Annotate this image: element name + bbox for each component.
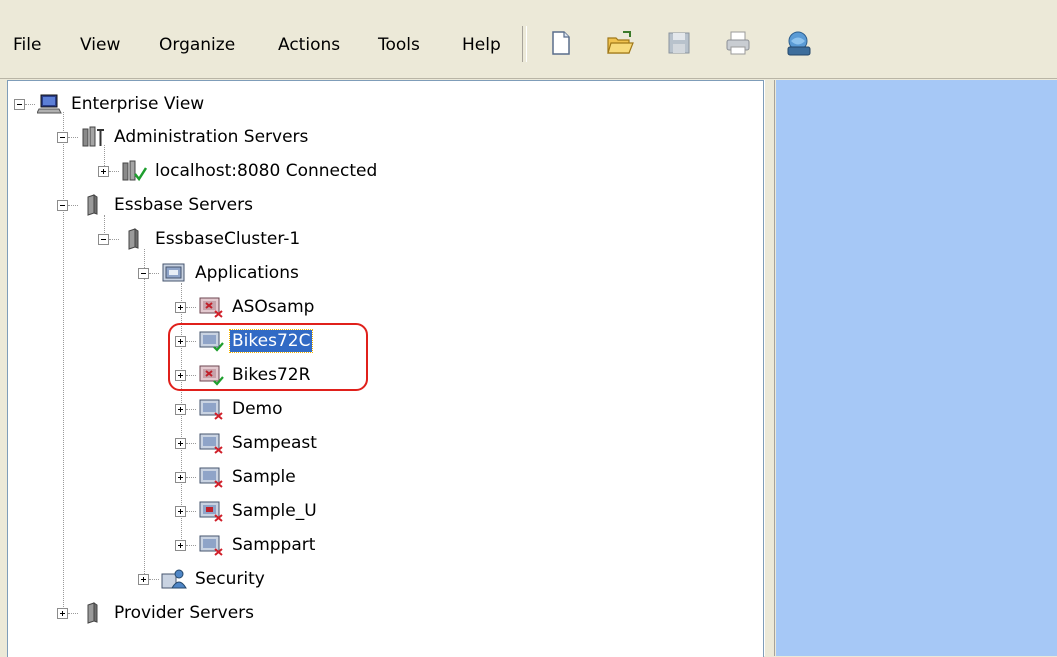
expand-toggle[interactable] [175,437,186,449]
print-button[interactable] [723,28,753,58]
tree-node-localhost[interactable]: localhost:8080 Connected [98,158,379,184]
collapse-toggle[interactable] [57,199,68,211]
menu-tools[interactable]: Tools [376,34,422,56]
app-stopped-icon [198,466,224,488]
content-pane [776,80,1057,656]
tree-node-administration-servers[interactable]: Administration Servers [57,124,310,150]
collapse-toggle[interactable] [14,98,25,110]
expand-toggle[interactable] [175,301,186,313]
toolbar-separator [522,26,527,62]
pane-splitter[interactable] [764,80,775,656]
print-icon [726,31,750,55]
expand-toggle[interactable] [138,573,149,585]
tree-node-app-bikes72r[interactable]: Bikes72R [175,362,312,388]
expand-toggle[interactable] [98,165,109,177]
tree-node-essbase-servers[interactable]: Essbase Servers [57,192,255,218]
open-button[interactable] [605,28,635,58]
server-icon [121,228,147,250]
collapse-toggle[interactable] [138,267,149,279]
menu-actions[interactable]: Actions [276,34,342,56]
expand-toggle[interactable] [175,335,186,347]
menu-help[interactable]: Help [460,34,503,56]
server-icon [80,602,106,624]
admin-servers-icon [80,126,106,148]
tree-node-applications[interactable]: Applications [138,260,301,286]
tree-node-enterprise-view[interactable]: Enterprise View [14,91,206,117]
app-stopped-icon [198,432,224,454]
app-running-icon [198,330,224,352]
tree-node-app-sampeast[interactable]: Sampeast [175,430,319,456]
tree-guide-line [63,112,64,619]
app-stopped-icon [198,534,224,556]
unicode-app-stopped-icon [198,500,224,522]
tree-node-app-bikes72c[interactable]: Bikes72C [175,328,314,354]
expand-toggle[interactable] [175,505,186,517]
server-icon [80,194,106,216]
menu-file[interactable]: File [11,34,43,56]
app-stopped-icon [198,398,224,420]
save-button[interactable] [664,28,694,58]
new-document-button[interactable] [545,28,575,58]
tree-node-app-sample[interactable]: Sample [175,464,298,490]
expand-toggle[interactable] [57,607,68,619]
computer-icon [37,93,63,115]
aso-app-stopped-icon [198,296,224,318]
expand-toggle[interactable] [175,539,186,551]
tree-node-provider-servers[interactable]: Provider Servers [57,600,256,626]
save-icon [668,32,690,54]
applications-folder-icon [161,262,187,284]
tree-guide-line [144,249,145,580]
connected-server-icon [121,160,147,182]
new-document-icon [552,31,570,55]
collapse-toggle[interactable] [57,131,68,143]
tree-node-app-asosamp[interactable]: ASOsamp [175,294,316,320]
expand-toggle[interactable] [175,369,186,381]
aso-app-running-icon [198,364,224,386]
menu-toolbar-bar: File View Organize Actions Tools Help [0,0,1057,79]
menu-view[interactable]: View [78,34,122,56]
tree-node-app-sample-u[interactable]: Sample_U [175,498,319,524]
connect-server-button[interactable] [784,28,814,58]
tree-node-app-demo[interactable]: Demo [175,396,285,422]
menu-organize[interactable]: Organize [157,34,237,56]
expand-toggle[interactable] [175,403,186,415]
tree-node-essbasecluster-1[interactable]: EssbaseCluster-1 [98,226,302,252]
tree-node-app-samppart[interactable]: Samppart [175,532,317,558]
connect-server-icon [787,31,811,56]
open-folder-icon [607,31,634,54]
tree-node-security[interactable]: Security [138,566,267,592]
expand-toggle[interactable] [175,471,186,483]
security-users-icon [161,568,187,590]
collapse-toggle[interactable] [98,233,109,245]
